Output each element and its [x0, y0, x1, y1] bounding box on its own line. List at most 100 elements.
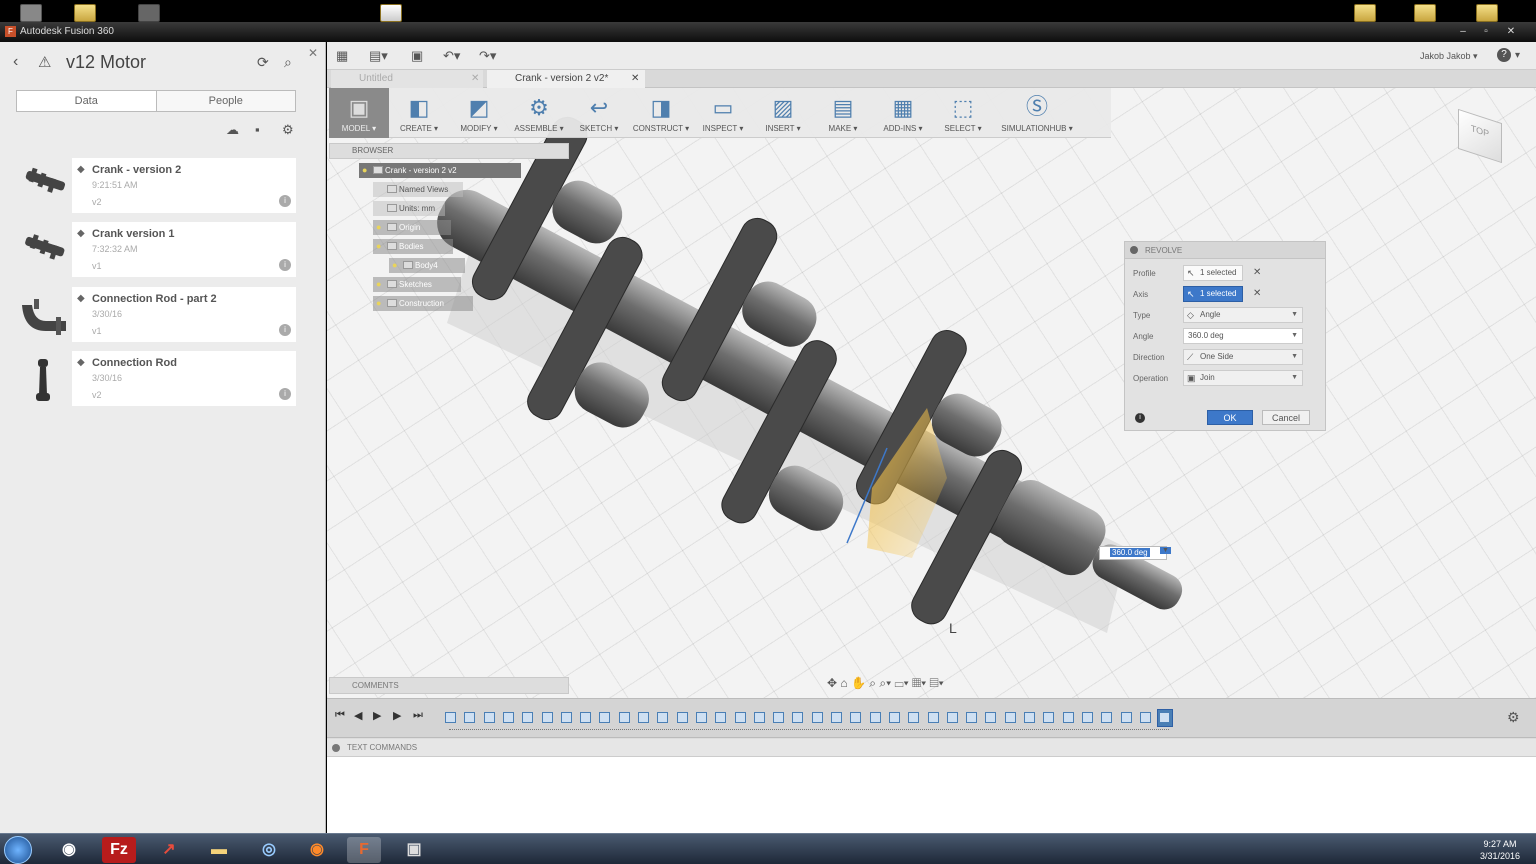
filezilla-icon[interactable]: Fz	[102, 837, 136, 863]
timeline-feature-icon[interactable]	[831, 712, 842, 723]
visibility-bulb-icon[interactable]: ●	[376, 239, 381, 254]
display-settings-icon[interactable]: ▭▾	[894, 676, 908, 690]
type-select[interactable]: ◇ Angle ▼	[1183, 307, 1303, 323]
collapse-icon[interactable]	[1130, 246, 1138, 254]
chrome-icon[interactable]: ◉	[52, 837, 86, 863]
timeline-feature-icon[interactable]	[1081, 712, 1093, 723]
cancel-button[interactable]: Cancel	[1262, 410, 1310, 425]
direction-select[interactable]: ⟋ One Side ▼	[1183, 349, 1303, 365]
close-tab-icon[interactable]: ✕	[471, 70, 479, 88]
timeline-feature-icon[interactable]	[1159, 712, 1171, 723]
help-dropdown-icon[interactable]: ▾	[1515, 50, 1520, 61]
presentation-app-icon[interactable]: ↗	[152, 837, 186, 863]
timeline-feature-icon[interactable]	[811, 712, 823, 723]
timeline-feature-icon[interactable]	[580, 712, 592, 723]
save-icon[interactable]: ▣	[411, 48, 423, 64]
timeline-feature-icon[interactable]	[695, 712, 707, 723]
go-to-end-icon[interactable]: ⏭	[413, 709, 423, 722]
text-commands-area[interactable]	[327, 757, 1536, 833]
tab-data[interactable]: Data	[17, 91, 157, 111]
timeline-feature-icon[interactable]	[1120, 712, 1132, 723]
step-back-icon[interactable]: ◀	[354, 709, 362, 722]
system-clock[interactable]: 9:27 AM 3/31/2016	[1480, 838, 1520, 862]
viewports-icon[interactable]: ▤▾	[930, 676, 944, 690]
file-card[interactable]: ◆ Connection Rod - part 2 3/30/16 v1 i	[16, 287, 296, 342]
file-card[interactable]: ◆ Connection Rod 3/30/16 v2 i	[16, 351, 296, 406]
timeline-feature-icon[interactable]	[522, 712, 534, 723]
axis-selector[interactable]: ↖ 1 selected	[1183, 286, 1243, 302]
timeline-feature-icon[interactable]	[445, 712, 456, 723]
visibility-bulb-icon[interactable]: ●	[376, 296, 381, 311]
browser-node-named-views[interactable]: Named Views	[373, 182, 463, 197]
help-icon[interactable]: ?	[1497, 48, 1511, 62]
timeline-feature-icon[interactable]	[657, 712, 669, 723]
operation-select[interactable]: ▣ Join ▼	[1183, 370, 1303, 386]
info-icon[interactable]: i	[1135, 413, 1145, 423]
timeline-feature-icon[interactable]	[599, 712, 611, 723]
play-icon[interactable]: ▶	[393, 709, 401, 722]
info-icon[interactable]: i	[279, 259, 291, 271]
tab-untitled[interactable]: Untitled ✕	[331, 70, 483, 88]
angle-manipulator-input[interactable]: 360.0 deg ▼	[1099, 546, 1171, 560]
visibility-bulb-icon[interactable]: ●	[376, 220, 381, 235]
toolbar-model-button[interactable]: ▣ MODEL ▾	[329, 88, 389, 138]
clear-profile-icon[interactable]: ✕	[1253, 267, 1261, 278]
timeline-feature-icon[interactable]	[927, 712, 939, 723]
timeline-feature-icon[interactable]	[946, 712, 958, 723]
timeline-feature-icon[interactable]	[464, 712, 476, 723]
toolbar-make-button[interactable]: ▤ MAKE ▾	[813, 88, 873, 138]
timeline-feature-icon[interactable]	[1043, 712, 1055, 723]
desktop-folder-icon[interactable]	[74, 4, 96, 22]
toolbar-modify-button[interactable]: ◩ MODIFY ▾	[449, 88, 509, 138]
info-icon[interactable]: i	[279, 388, 291, 400]
close-panel-icon[interactable]: ✕	[308, 46, 318, 60]
zoom-icon[interactable]: ⌕	[869, 676, 876, 690]
timeline-feature-icon[interactable]	[638, 712, 649, 723]
timeline-feature-icon[interactable]	[618, 712, 630, 723]
toolbar-inspect-button[interactable]: ▭ INSPECT ▾	[693, 88, 753, 138]
desktop-document-icon[interactable]	[380, 4, 402, 22]
desktop-folder-icon[interactable]	[1414, 4, 1436, 22]
timeline-feature-icon[interactable]	[773, 712, 785, 723]
timeline-feature-icon[interactable]	[715, 712, 727, 723]
timeline-feature-icon[interactable]	[560, 712, 572, 723]
clear-axis-icon[interactable]: ✕	[1253, 288, 1261, 299]
firefox-icon[interactable]: ◉	[300, 837, 334, 863]
toolbar-construct-button[interactable]: ◨ CONSTRUCT ▾	[629, 88, 693, 138]
desktop-folder-icon[interactable]	[1476, 4, 1498, 22]
info-icon[interactable]: i	[279, 324, 291, 336]
back-icon[interactable]: ‹	[13, 53, 18, 71]
timeline-feature-icon[interactable]	[869, 712, 881, 723]
user-menu[interactable]: Jakob Jakob ▾	[1420, 51, 1478, 62]
orbit-icon[interactable]: ✥	[827, 676, 837, 690]
timeline-feature-icon[interactable]	[1004, 712, 1016, 723]
browser-node-sketches[interactable]: ● Sketches	[373, 277, 461, 292]
grid-settings-icon[interactable]: ▦▾	[912, 676, 926, 690]
start-button[interactable]	[4, 836, 32, 864]
visibility-bulb-icon[interactable]: ●	[392, 258, 397, 273]
toolbar-simulationhub-button[interactable]: Ⓢ SIMULATIONHUB ▾	[993, 88, 1081, 138]
fusion-taskbar-icon[interactable]: F	[347, 837, 381, 863]
angle-input[interactable]: 360.0 deg ▼	[1183, 328, 1303, 344]
toolbar-sketch-button[interactable]: ↩ SKETCH ▾	[569, 88, 629, 138]
timeline-feature-icon[interactable]	[966, 712, 978, 723]
comments-panel[interactable]: COMMENTS	[329, 677, 569, 694]
refresh-icon[interactable]: ⟳	[257, 54, 269, 71]
info-icon[interactable]: i	[279, 195, 291, 207]
timeline-feature-icon[interactable]	[734, 712, 746, 723]
upload-icon[interactable]: ☁	[226, 122, 239, 138]
close-window-button[interactable]: ✕	[1500, 24, 1522, 39]
timeline-feature-icon[interactable]	[1024, 712, 1035, 723]
ok-button[interactable]: OK	[1207, 410, 1253, 425]
browser-root-node[interactable]: ● Crank - version 2 v2	[359, 163, 521, 178]
browser-node-units[interactable]: Units: mm	[373, 201, 445, 216]
window-taskbar-icon[interactable]: ▣	[397, 837, 431, 863]
file-card[interactable]: ◆ Crank - version 2 9:21:51 AM v2 i	[16, 158, 296, 213]
timeline-feature-icon[interactable]	[1139, 712, 1151, 723]
toolbar-select-button[interactable]: ⬚ SELECT ▾	[933, 88, 993, 138]
file-card[interactable]: ◆ Crank version 1 7:32:32 AM v1 i	[16, 222, 296, 277]
browser-node-construction[interactable]: ● Construction	[373, 296, 473, 311]
toolbar-create-button[interactable]: ◧ CREATE ▾	[389, 88, 449, 138]
tab-people[interactable]: People	[157, 91, 296, 111]
visibility-bulb-icon[interactable]: ●	[362, 163, 367, 178]
